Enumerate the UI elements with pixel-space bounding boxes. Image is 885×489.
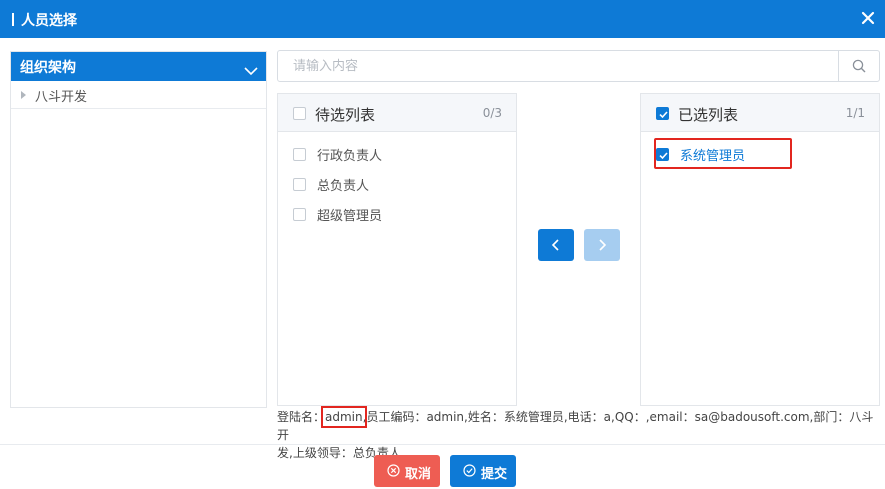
selected-list-title: 已选列表 [678, 106, 739, 124]
highlight-box [654, 138, 792, 169]
search-button[interactable] [838, 51, 879, 81]
item-checkbox[interactable] [293, 178, 306, 191]
check-circle-icon [463, 464, 476, 477]
info-line1: ,员工编码：admin,姓名：系统管理员,电话：a,QQ：,email：sa@b… [277, 410, 874, 442]
cancel-button[interactable]: 取消 [374, 455, 440, 487]
selected-list-header: 已选列表 1/1 [641, 94, 879, 132]
dialog-titlebar: 人员选择 [0, 0, 885, 38]
selected-count: 1/1 [845, 106, 865, 120]
selected-select-all-checkbox[interactable] [656, 107, 669, 120]
pending-list-panel: 待选列表 0/3 行政负责人 总负责人 超级管理员 [277, 93, 517, 406]
login-label: 登陆名： [277, 410, 326, 424]
item-checkbox[interactable] [293, 148, 306, 161]
login-value: admin [321, 406, 367, 428]
list-item[interactable]: 总负责人 [278, 172, 516, 196]
org-header[interactable]: 组织架构 [11, 52, 266, 81]
item-label: 总负责人 [317, 179, 370, 194]
pending-count: 0/3 [482, 106, 502, 120]
check-icon [659, 111, 668, 119]
list-item[interactable]: 超级管理员 [278, 202, 516, 226]
search-box [277, 50, 880, 82]
submit-label: 提交 [481, 467, 508, 482]
dialog-title: 人员选择 [12, 10, 77, 30]
cancel-icon [387, 464, 400, 477]
submit-button[interactable]: 提交 [450, 455, 516, 487]
chevron-down-icon[interactable] [244, 61, 258, 76]
tree-node-badou[interactable]: 八斗开发 [11, 81, 266, 109]
left-arrow-icon [551, 239, 559, 251]
item-label: 行政负责人 [317, 149, 383, 164]
org-header-label: 组织架构 [20, 60, 76, 76]
list-item[interactable]: 行政负责人 [278, 142, 516, 166]
item-checkbox[interactable] [293, 208, 306, 221]
dialog-title-text: 人员选择 [21, 13, 77, 29]
pending-list-header: 待选列表 0/3 [278, 94, 516, 132]
search-input[interactable] [279, 52, 837, 80]
right-arrow-icon [599, 239, 607, 251]
cancel-label: 取消 [405, 467, 432, 482]
move-right-button[interactable] [584, 229, 620, 261]
search-icon [852, 59, 866, 73]
title-bar-mark [12, 13, 14, 26]
org-panel: 组织架构 八斗开发 [10, 51, 267, 408]
pending-list-title: 待选列表 [315, 106, 376, 124]
tree-node-label: 八斗开发 [35, 90, 88, 105]
pending-select-all-checkbox[interactable] [293, 107, 306, 120]
user-info: 登陆名：admin,员工编码：admin,姓名：系统管理员,电话：a,QQ：,e… [277, 406, 877, 462]
selected-list-panel: 已选列表 1/1 系统管理员 [640, 93, 880, 406]
move-left-button[interactable] [538, 229, 574, 261]
footer-divider [0, 444, 885, 445]
close-icon[interactable] [859, 9, 877, 27]
item-label: 超级管理员 [317, 209, 383, 224]
caret-right-icon[interactable] [21, 91, 26, 99]
